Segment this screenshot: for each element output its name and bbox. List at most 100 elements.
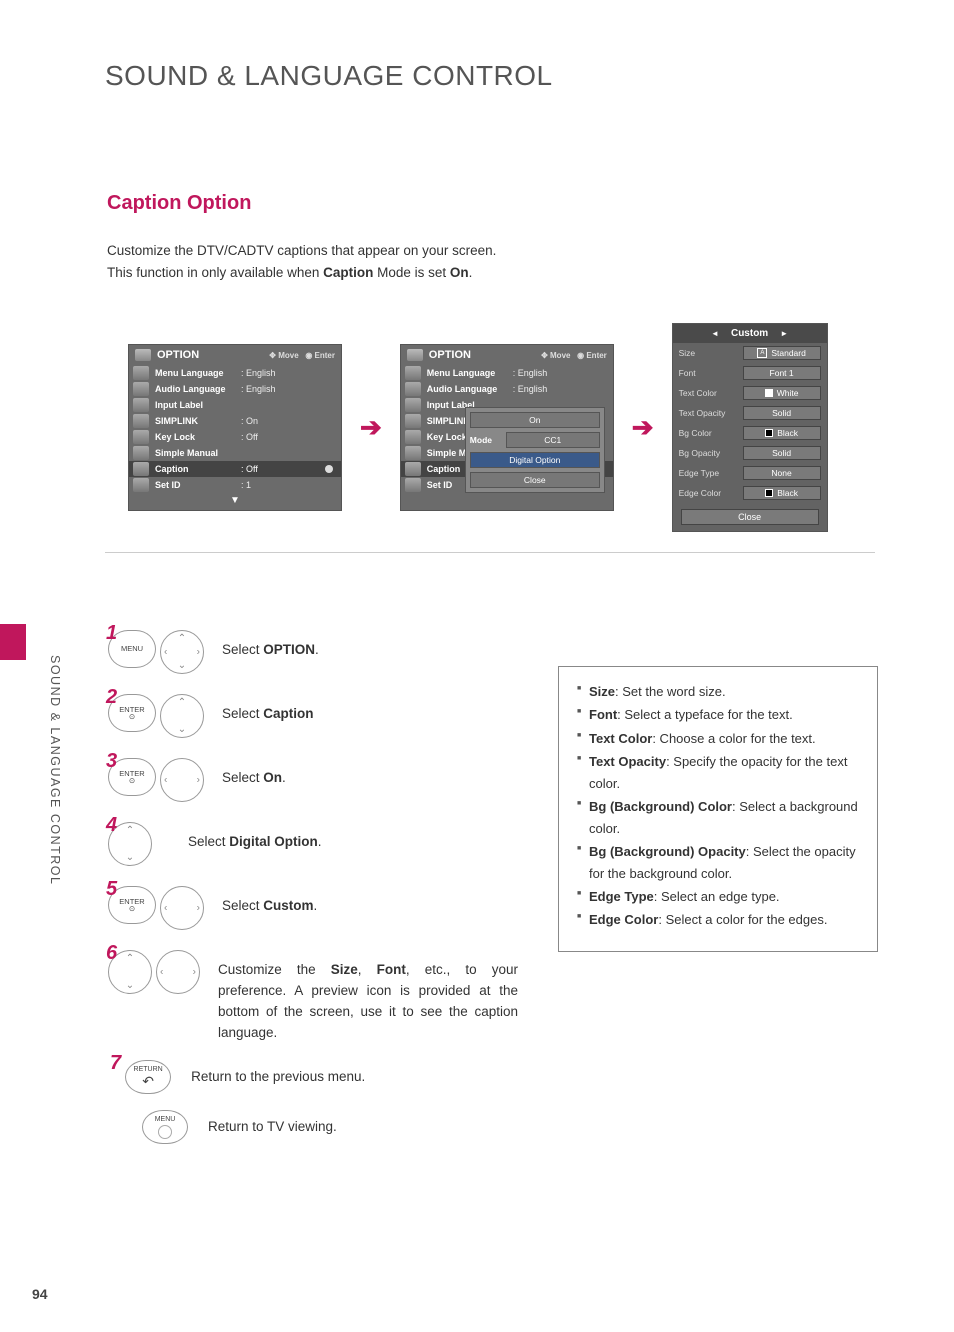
remote-dpad-horizontal[interactable]: ‹ › bbox=[160, 886, 204, 930]
step-text: Return to TV viewing. bbox=[208, 1117, 337, 1138]
cv-text: Black bbox=[777, 488, 798, 498]
selection-dot-icon bbox=[325, 465, 333, 473]
option-icon bbox=[135, 349, 151, 361]
step-text: Customize the Size, Font, etc., to your … bbox=[218, 950, 518, 1044]
step-number: 5 bbox=[106, 878, 117, 901]
custom-row-text-color[interactable]: Text ColorWhite bbox=[673, 383, 827, 403]
step-number: 2 bbox=[106, 686, 117, 709]
custom-value: Black bbox=[743, 486, 821, 500]
step-text: Select On. bbox=[222, 758, 286, 789]
remote-dpad-horizontal[interactable]: ‹ › bbox=[160, 758, 204, 802]
osd-row[interactable]: Audio Language: English bbox=[401, 381, 613, 397]
t-bold: Caption bbox=[263, 706, 313, 721]
osd-hints: ✥ Move ◉ Enter bbox=[541, 351, 607, 360]
step-text: Select Digital Option. bbox=[188, 822, 322, 853]
a-size-icon: A bbox=[757, 348, 767, 358]
custom-value: Solid bbox=[743, 406, 821, 420]
section-title: Caption Option bbox=[107, 192, 954, 215]
up-arrow-icon: ⌃ bbox=[178, 697, 186, 708]
custom-row-font[interactable]: FontFont 1 bbox=[673, 363, 827, 383]
right-arrow-icon: › bbox=[197, 903, 200, 914]
osd-row[interactable]: SIMPLINK: On bbox=[129, 413, 341, 429]
button-label: RETURN bbox=[134, 1066, 163, 1073]
info-term: Text Opacity bbox=[589, 754, 666, 769]
popup-mode-row[interactable]: ModeCC1 bbox=[470, 432, 600, 448]
custom-label: Bg Color bbox=[679, 428, 737, 438]
custom-row-bg-opacity[interactable]: Bg OpacitySolid bbox=[673, 443, 827, 463]
osd-row[interactable]: Audio Language: English bbox=[129, 381, 341, 397]
step-number: 4 bbox=[106, 814, 117, 837]
step-2: 2 ENTER⊙ ⌃ ⌄ Select Caption bbox=[108, 694, 528, 738]
t: Select bbox=[222, 642, 263, 657]
row-label: Audio Language bbox=[427, 384, 513, 394]
cv-text: Standard bbox=[771, 348, 806, 358]
custom-close-button[interactable]: Close bbox=[681, 509, 819, 525]
popup-digital-row[interactable]: Digital Option bbox=[470, 452, 600, 468]
info-desc: : Choose a color for the text. bbox=[652, 731, 815, 746]
color-swatch-icon bbox=[765, 429, 773, 437]
custom-row-edge-type[interactable]: Edge TypeNone bbox=[673, 463, 827, 483]
custom-row-size[interactable]: SizeAStandard bbox=[673, 343, 827, 363]
t-bold: On bbox=[263, 770, 282, 785]
intro-text: Customize the DTV/CADTV captions that ap… bbox=[107, 240, 954, 283]
row-value: : Off bbox=[241, 432, 258, 442]
row-icon bbox=[405, 462, 421, 476]
left-arrow-icon[interactable]: ◄ bbox=[711, 329, 719, 338]
custom-panel: ◄ Custom ► SizeAStandard FontFont 1 Text… bbox=[672, 323, 828, 532]
popup-on-row[interactable]: On bbox=[470, 412, 600, 428]
remote-menu-button[interactable]: MENU bbox=[142, 1110, 188, 1144]
step-text: Select OPTION. bbox=[222, 630, 319, 661]
down-arrow-icon: ⌄ bbox=[126, 852, 134, 863]
row-label: Key Lock bbox=[155, 432, 241, 442]
osd-scroll-down-icon: ▼ bbox=[129, 493, 341, 510]
osd-foot-spacer bbox=[401, 493, 613, 510]
osd-row[interactable]: Set ID: 1 bbox=[129, 477, 341, 493]
row-label: SIMPLINK bbox=[155, 416, 241, 426]
circle-icon bbox=[158, 1125, 172, 1139]
popup-mode-label: Mode bbox=[470, 435, 506, 445]
info-item-bg-color: Bg (Background) Color: Select a backgrou… bbox=[577, 796, 861, 839]
down-arrow-icon: ⌄ bbox=[126, 980, 134, 991]
option-icon bbox=[407, 349, 423, 361]
row-icon bbox=[405, 382, 421, 396]
intro-text-frag: . bbox=[469, 265, 473, 280]
enter-hint: ◉ Enter bbox=[305, 351, 335, 360]
osd-panels-row: OPTION ✥ Move ◉ Enter Menu Language: Eng… bbox=[128, 323, 954, 532]
t: , bbox=[358, 962, 377, 977]
t-bold: Font bbox=[377, 962, 406, 977]
row-value: : 1 bbox=[241, 480, 251, 490]
info-item-edge-color: Edge Color: Select a color for the edges… bbox=[577, 909, 861, 930]
t: . bbox=[314, 898, 318, 913]
osd-row[interactable]: Menu Language: English bbox=[401, 365, 613, 381]
step-5: 5 ENTER⊙ ‹ › Select Custom. bbox=[108, 886, 528, 930]
custom-value: Black bbox=[743, 426, 821, 440]
custom-row-text-opacity[interactable]: Text OpacitySolid bbox=[673, 403, 827, 423]
osd-row[interactable]: Key Lock: Off bbox=[129, 429, 341, 445]
bl: ENTER bbox=[119, 897, 144, 906]
step-number: 7 bbox=[110, 1052, 121, 1075]
custom-row-bg-color[interactable]: Bg Color Black bbox=[673, 423, 827, 443]
left-arrow-icon: ‹ bbox=[164, 775, 167, 786]
remote-dpad-vertical[interactable]: ⌃ ⌄ bbox=[160, 694, 204, 738]
custom-row-edge-color[interactable]: Edge Color Black bbox=[673, 483, 827, 503]
custom-title: Custom bbox=[731, 328, 768, 339]
custom-label: Edge Color bbox=[679, 488, 737, 498]
popup-close-button[interactable]: Close bbox=[470, 472, 600, 488]
enter-label: Enter bbox=[315, 351, 335, 360]
osd-row[interactable]: Input Label bbox=[129, 397, 341, 413]
up-arrow-icon: ⌃ bbox=[126, 825, 134, 836]
osd-row-selected[interactable]: Caption: Off bbox=[129, 461, 341, 477]
osd-row[interactable]: Simple Manual bbox=[129, 445, 341, 461]
row-value: : On bbox=[241, 416, 258, 426]
remote-dpad-horizontal[interactable]: ‹ › bbox=[156, 950, 200, 994]
up-arrow-icon: ⌃ bbox=[126, 953, 134, 964]
remote-dpad-button[interactable]: ⌃ ⌄ ‹ › bbox=[160, 630, 204, 674]
t: Customize the bbox=[218, 962, 331, 977]
info-term: Bg (Background) Color bbox=[589, 799, 732, 814]
popup-on-value: On bbox=[470, 412, 600, 428]
info-desc: : Set the word size. bbox=[615, 684, 726, 699]
remote-return-button[interactable]: RETURN ↶ bbox=[125, 1060, 171, 1094]
row-value: : Off bbox=[241, 464, 258, 474]
osd-row[interactable]: Menu Language: English bbox=[129, 365, 341, 381]
right-arrow-icon[interactable]: ► bbox=[780, 329, 788, 338]
